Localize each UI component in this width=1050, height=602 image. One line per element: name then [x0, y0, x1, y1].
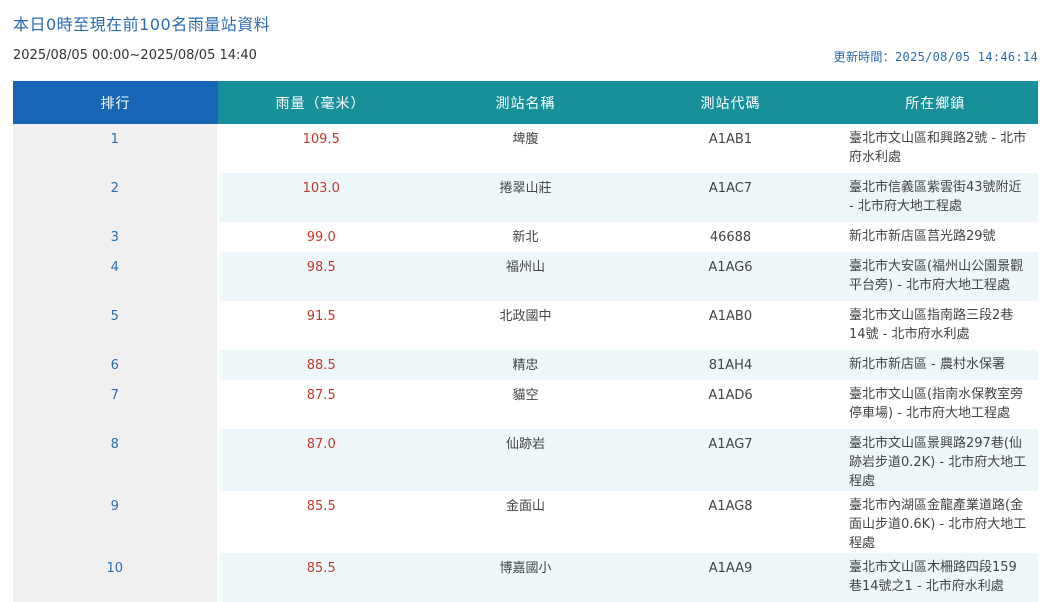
location-cell: 臺北市大安區(福州山公園景觀平台旁) - 北市府大地工程處: [833, 252, 1038, 301]
station-name-cell: 精忠: [423, 350, 628, 380]
table-row: 2 103.0 捲翠山莊 A1AC7 臺北市信義區紫雲街43號附近 - 北市府大…: [13, 173, 1038, 222]
rank-cell: 2: [13, 173, 220, 222]
location-cell: 臺北市文山區和興路2號 - 北市府水利處: [833, 124, 1038, 173]
location-cell: 臺北市文山區指南路三段2巷14號 - 北市府水利處: [833, 301, 1038, 350]
station-code-cell: A1AB1: [628, 124, 833, 173]
location-cell: 臺北市文山區(指南水保教室旁停車場) - 北市府大地工程處: [833, 380, 1038, 429]
location-cell: 臺北市文山區景興路297巷(仙跡岩步道0.2K) - 北市府大地工程處: [833, 429, 1038, 491]
location-cell: 臺北市文山區木柵路四段159巷14號之1 - 北市府水利處: [833, 553, 1038, 602]
location-cell: 新北市新店區 - 農村水保署: [833, 350, 1038, 380]
station-name-cell: 博嘉國小: [423, 553, 628, 602]
rank-cell: 3: [13, 222, 220, 252]
rainfall-cell: 88.5: [218, 350, 423, 380]
rank-cell: 8: [13, 429, 220, 491]
rank-cell: 6: [13, 350, 220, 380]
location-cell: 新北市新店區莒光路29號: [833, 222, 1038, 252]
station-name-cell: 埤腹: [423, 124, 628, 173]
station-code-cell: A1AA9: [628, 553, 833, 602]
table-header-row: 排行 雨量（毫米） 測站名稱 測站代碼 所在鄉鎮: [13, 81, 1038, 124]
station-name-cell: 福州山: [423, 252, 628, 301]
rainfall-cell: 103.0: [218, 173, 423, 222]
rainfall-cell: 87.5: [218, 380, 423, 429]
rank-cell: 1: [13, 124, 220, 173]
station-name-cell: 捲翠山莊: [423, 173, 628, 222]
table-row: 9 85.5 金面山 A1AG8 臺北市內湖區金龍產業道路(金面山步道0.6K)…: [13, 491, 1038, 553]
station-name-cell: 仙跡岩: [423, 429, 628, 491]
station-name-cell: 貓空: [423, 380, 628, 429]
page-title: 本日0時至現在前100名雨量站資料: [13, 15, 271, 34]
station-name-cell: 新北: [423, 222, 628, 252]
table-row: 5 91.5 北政國中 A1AB0 臺北市文山區指南路三段2巷14號 - 北市府…: [13, 301, 1038, 350]
station-name-cell: 北政國中: [423, 301, 628, 350]
header-location: 所在鄉鎮: [833, 81, 1038, 124]
station-code-cell: A1AB0: [628, 301, 833, 350]
table-row: 8 87.0 仙跡岩 A1AG7 臺北市文山區景興路297巷(仙跡岩步道0.2K…: [13, 429, 1038, 491]
rank-cell: 10: [13, 553, 220, 602]
table-row: 1 109.5 埤腹 A1AB1 臺北市文山區和興路2號 - 北市府水利處: [13, 124, 1038, 173]
rank-cell: 9: [13, 491, 220, 553]
table-row: 6 88.5 精忠 81AH4 新北市新店區 - 農村水保署: [13, 350, 1038, 380]
station-code-cell: 46688: [628, 222, 833, 252]
table-row: 7 87.5 貓空 A1AD6 臺北市文山區(指南水保教室旁停車場) - 北市府…: [13, 380, 1038, 429]
header-station-name: 測站名稱: [423, 81, 628, 124]
table-row: 10 85.5 博嘉國小 A1AA9 臺北市文山區木柵路四段159巷14號之1 …: [13, 553, 1038, 602]
station-name-cell: 金面山: [423, 491, 628, 553]
station-code-cell: A1AC7: [628, 173, 833, 222]
location-cell: 臺北市內湖區金龍產業道路(金面山步道0.6K) - 北市府大地工程處: [833, 491, 1038, 553]
location-cell: 臺北市信義區紫雲街43號附近 - 北市府大地工程處: [833, 173, 1038, 222]
rank-cell: 4: [13, 252, 220, 301]
date-range: 2025/08/05 00:00~2025/08/05 14:40: [13, 48, 257, 63]
rainfall-cell: 87.0: [218, 429, 423, 491]
rainfall-cell: 91.5: [218, 301, 423, 350]
rainfall-cell: 98.5: [218, 252, 423, 301]
station-code-cell: 81AH4: [628, 350, 833, 380]
station-code-cell: A1AG7: [628, 429, 833, 491]
header-rainfall: 雨量（毫米）: [218, 81, 423, 124]
station-code-cell: A1AG6: [628, 252, 833, 301]
rainfall-ranking-table: 排行 雨量（毫米） 測站名稱 測站代碼 所在鄉鎮 1 109.5 埤腹 A1AB…: [13, 81, 1039, 602]
station-code-cell: A1AD6: [628, 380, 833, 429]
rainfall-cell: 85.5: [218, 553, 423, 602]
station-code-cell: A1AG8: [628, 491, 833, 553]
table-row: 3 99.0 新北 46688 新北市新店區莒光路29號: [13, 222, 1038, 252]
header-station-code: 測站代碼: [628, 81, 833, 124]
header-rank: 排行: [13, 81, 218, 124]
rainfall-cell: 99.0: [218, 222, 423, 252]
rank-cell: 7: [13, 380, 220, 429]
rank-cell: 5: [13, 301, 220, 350]
rainfall-cell: 85.5: [218, 491, 423, 553]
rainfall-cell: 109.5: [218, 124, 423, 173]
table-row: 4 98.5 福州山 A1AG6 臺北市大安區(福州山公園景觀平台旁) - 北市…: [13, 252, 1038, 301]
update-time: 更新時間：2025/08/05 14:46:14: [833, 50, 1038, 64]
